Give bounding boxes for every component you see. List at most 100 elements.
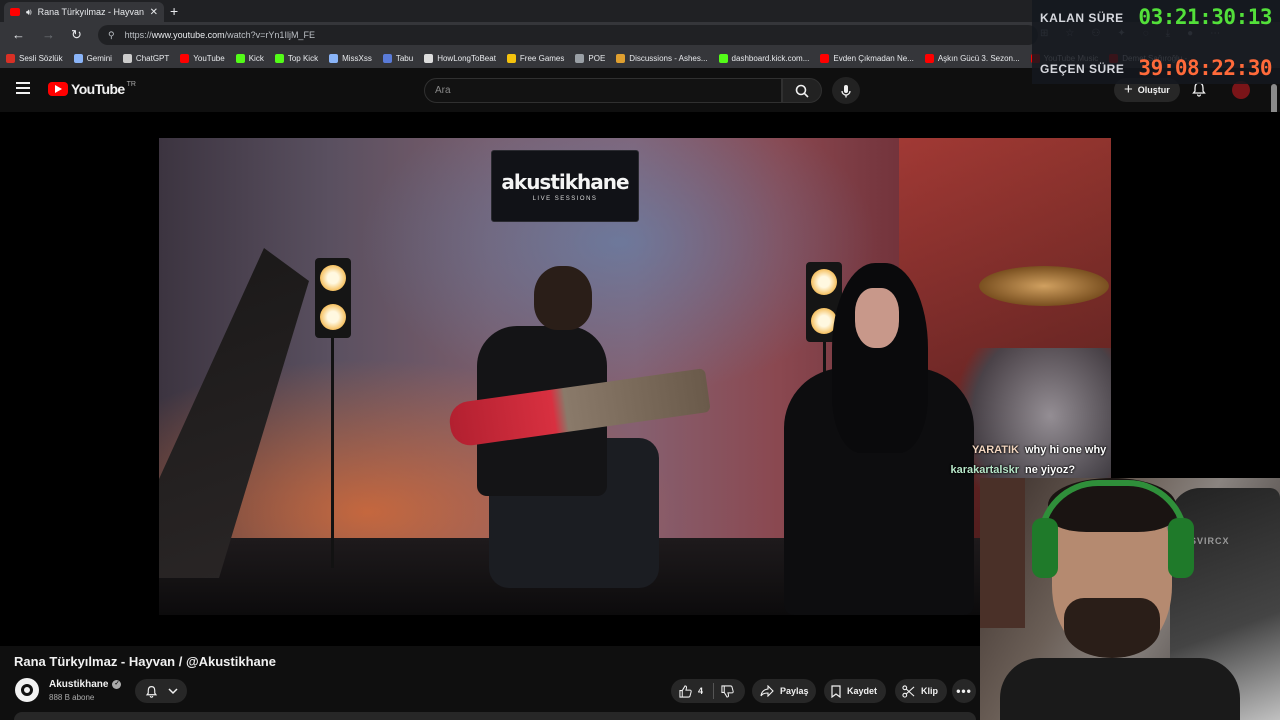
headphone-right-cup	[1168, 518, 1194, 578]
more-actions-button[interactable]: •••	[952, 679, 976, 703]
chevron-down-icon	[167, 688, 178, 695]
bookmark-favicon-icon	[924, 53, 934, 63]
bookmark-item[interactable]: Evden Çıkmadan Ne...	[820, 53, 914, 63]
youtube-logo[interactable]: YouTube TR	[48, 81, 136, 97]
bookmark-favicon-icon	[820, 53, 830, 63]
tab-title: Rana Türkyılmaz - Hayvan / @	[37, 7, 146, 17]
chat-text: why hi one why	[1025, 444, 1107, 456]
url-prefix: https://	[124, 30, 152, 40]
bookmark-favicon-icon	[6, 53, 15, 63]
channel-avatar[interactable]	[15, 678, 39, 702]
dislike-button[interactable]	[715, 679, 745, 703]
bell-icon	[145, 685, 157, 698]
browser-tab[interactable]: 🔊︎ Rana Türkyılmaz - Hayvan / @ ✕	[4, 2, 164, 22]
chat-text: ne yiyoz?	[1025, 464, 1076, 476]
channel-name-row[interactable]: Akustikhane ✓	[49, 679, 122, 690]
elapsed-time-value: 39:08:22:30	[1138, 56, 1272, 80]
new-tab-button[interactable]: +	[170, 2, 178, 20]
save-label: Kaydet	[847, 686, 878, 696]
logo-text: YouTube	[71, 81, 125, 97]
bookmark-label: Discussions - Ashes...	[629, 53, 708, 63]
bookmark-label: ChatGPT	[135, 53, 170, 63]
bookmark-label: YouTube	[193, 53, 225, 63]
bookmark-item[interactable]: MissXss	[329, 53, 372, 63]
bookmark-item[interactable]: Discussions - Ashes...	[616, 53, 708, 63]
tab-close-icon[interactable]: ✕	[150, 7, 158, 18]
bookmark-item[interactable]: Aşkın Gücü 3. Sezon...	[924, 53, 1020, 63]
sign-subtitle: LIVE SESSIONS	[532, 196, 598, 202]
akustikhane-sign: akustikhane LIVE SESSIONS	[491, 150, 639, 222]
search-button[interactable]	[782, 78, 822, 103]
reload-icon[interactable]: ↻	[71, 27, 82, 43]
video-title: Rana Türkyılmaz - Hayvan / @Akustikhane	[14, 654, 276, 669]
save-button[interactable]: Kaydet	[824, 679, 886, 703]
bookmark-favicon-icon	[274, 53, 284, 63]
back-icon[interactable]: ←	[12, 27, 25, 43]
chat-username: YARATIK	[971, 444, 1019, 456]
bookmark-item[interactable]: dashboard.kick.com...	[718, 53, 810, 63]
url-path: /watch?v=rYn1IljM_FE	[224, 30, 315, 40]
bookmark-item[interactable]: Sesli Sözlük	[6, 53, 63, 63]
video-player[interactable]: akustikhane LIVE SESSIONS	[159, 138, 1111, 615]
bookmark-favicon-icon	[180, 53, 190, 63]
create-label: Oluştur	[1137, 85, 1170, 95]
search-icon	[795, 84, 809, 98]
like-divider	[713, 683, 715, 699]
clip-button[interactable]: Klip	[895, 679, 947, 703]
bookmark-favicon-icon	[73, 53, 83, 63]
background-door	[980, 478, 1025, 628]
url-field[interactable]: ⚲ https:// www.youtube.com /watch?v=rYn1…	[98, 25, 1038, 45]
share-arrow-icon	[760, 685, 774, 697]
thumbs-down-icon	[721, 684, 734, 698]
bassist-head	[534, 266, 592, 330]
stream-chat-overlay: YARATIK why hi one why karakartalskr ne yiy…	[936, 440, 1106, 480]
youtube-favicon-icon	[10, 8, 20, 16]
singer-face	[855, 288, 899, 348]
search-input[interactable]: Ara	[424, 78, 782, 103]
microphone-icon	[841, 84, 851, 97]
bookmark-item[interactable]: ChatGPT	[122, 53, 170, 63]
voice-search-button[interactable]	[832, 77, 860, 104]
bookmark-item[interactable]: POE	[575, 53, 606, 63]
bookmark-favicon-icon	[329, 53, 339, 63]
headphone-left-cup	[1032, 518, 1058, 578]
streamer-webcam: SVIRCX	[980, 478, 1280, 720]
bookmark-icon	[831, 684, 841, 698]
bookmark-favicon-icon	[122, 53, 132, 63]
site-info-icon[interactable]: ⚲	[108, 30, 115, 41]
bookmark-item[interactable]: Free Games	[506, 53, 565, 63]
bookmark-item[interactable]: Gemini	[73, 53, 112, 63]
streamer-beard	[1064, 598, 1160, 658]
bookmark-item[interactable]: Tabu	[382, 53, 414, 63]
sign-title: akustikhane	[501, 170, 629, 194]
share-button[interactable]: Paylaş	[752, 679, 816, 703]
plus-icon: +	[1124, 81, 1133, 98]
bookmark-item[interactable]: Top Kick	[274, 53, 319, 63]
bookmark-label: POE	[588, 53, 606, 63]
share-label: Paylaş	[780, 686, 809, 696]
bookmark-item[interactable]: HowLongToBeat	[424, 53, 496, 63]
bookmark-label: MissXss	[342, 53, 372, 63]
description-box[interactable]	[14, 712, 976, 720]
bookmark-favicon-icon	[575, 53, 585, 63]
bookmark-item[interactable]: YouTube	[180, 53, 225, 63]
bookmark-label: dashboard.kick.com...	[731, 53, 810, 63]
elapsed-time-label: GEÇEN SÜRE	[1040, 62, 1125, 76]
bookmark-label: Top Kick	[287, 53, 319, 63]
bookmark-label: Tabu	[395, 53, 414, 63]
bookmark-favicon-icon	[616, 53, 626, 63]
bookmark-label: Free Games	[519, 53, 565, 63]
subscription-notification-button[interactable]	[135, 679, 187, 703]
streamer-shirt	[1000, 658, 1240, 720]
bookmark-favicon-icon	[424, 53, 434, 63]
bookmark-favicon-icon	[506, 53, 516, 63]
chat-username: karakartalskr	[950, 464, 1019, 476]
bookmark-label: Sesli Sözlük	[19, 53, 63, 63]
speaker-icon[interactable]: 🔊︎	[26, 7, 32, 18]
bookmark-item[interactable]: Kick	[235, 53, 264, 63]
timer-overlay: KALAN SÜRE 03:21:30:13 GEÇEN SÜRE 39:08:…	[1032, 0, 1280, 84]
lamp-stand-left	[331, 338, 334, 568]
forward-icon[interactable]: →	[42, 27, 55, 43]
country-code: TR	[126, 80, 136, 88]
menu-hamburger-icon[interactable]	[16, 82, 32, 96]
